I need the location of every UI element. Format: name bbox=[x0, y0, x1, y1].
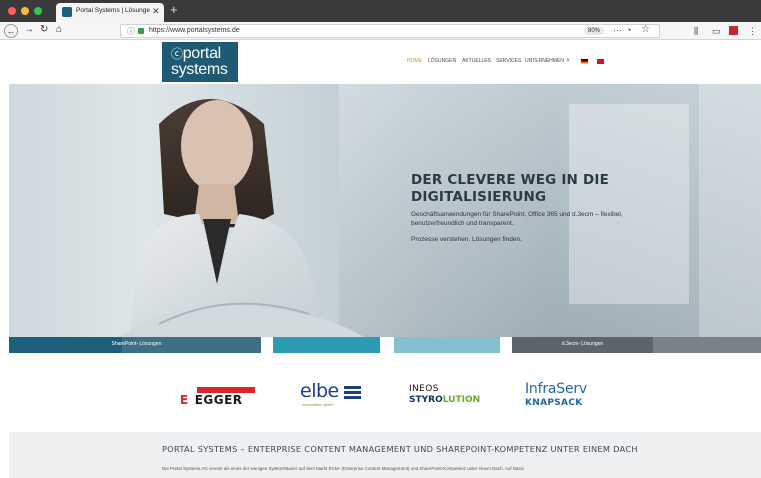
lock-icon bbox=[138, 28, 144, 34]
home-icon[interactable]: ⌂ bbox=[56, 24, 62, 36]
library-icon[interactable]: ⫼ bbox=[694, 25, 698, 37]
elbe-logo-sub: werkstätten gmbh bbox=[302, 402, 334, 407]
maximize-window-button[interactable] bbox=[34, 7, 42, 15]
egger-logo[interactable]: E EGGER bbox=[180, 393, 243, 407]
menu-item-loesungen[interactable]: LÖSUNGEN bbox=[428, 58, 456, 64]
page-actions-icon[interactable]: ··· bbox=[613, 25, 622, 35]
portal-systems-logo[interactable]: ⓒportal systems bbox=[162, 42, 238, 82]
menu-item-aktuelles[interactable]: AKTUELLES bbox=[462, 58, 491, 64]
back-button[interactable]: ← bbox=[4, 24, 18, 38]
hero-tagline: Prozesse verstehen. Lösungen finden. bbox=[411, 236, 522, 243]
tab-title: Portal Systems | Lösungen für bbox=[76, 7, 150, 14]
forward-button[interactable]: → bbox=[24, 24, 34, 36]
hero-person-image bbox=[119, 99, 364, 337]
address-bar[interactable]: ⓘ https://www.portalsystems.de 80% ··· ◔… bbox=[120, 24, 660, 38]
section-title: PORTAL SYSTEMS – ENTERPRISE CONTENT MANA… bbox=[162, 444, 638, 454]
d3ecm-loesungen-label: d.3ecm- Lösungen bbox=[561, 341, 604, 347]
browser-tab-bar: Portal Systems | Lösungen für ✕ + bbox=[0, 0, 761, 22]
infraserv-logo-line-1[interactable]: InfraServ bbox=[525, 381, 587, 397]
german-flag-icon[interactable] bbox=[581, 59, 588, 64]
extension-icon[interactable] bbox=[729, 26, 738, 35]
infraserv-logo-line-2[interactable]: KNAPSACK bbox=[525, 398, 583, 408]
ineos-logo-line-2[interactable]: STYROLUTION bbox=[409, 395, 480, 405]
elbe-logo-word: elbe bbox=[300, 380, 339, 402]
minimize-window-button[interactable] bbox=[21, 7, 29, 15]
sidebar-icon[interactable]: ▭ bbox=[712, 25, 721, 37]
hero-window-light-right bbox=[699, 84, 761, 337]
colorbar-sharepoint[interactable]: SharePoint- Lösungen bbox=[9, 337, 261, 353]
menu-item-services[interactable]: SERVICES bbox=[496, 58, 521, 64]
pocket-icon[interactable]: ◔ bbox=[626, 25, 631, 35]
colorbar-teal[interactable] bbox=[273, 337, 380, 353]
hero-title: DER CLEVERE WEG IN DIE DIGITALISIERUNG bbox=[411, 172, 610, 205]
favicon-icon bbox=[62, 7, 72, 17]
ineos-logo-line-1[interactable]: INEOS bbox=[409, 384, 439, 394]
sharepoint-loesungen-label: SharePoint- Lösungen bbox=[111, 341, 162, 347]
reload-icon[interactable]: ↻ bbox=[40, 24, 48, 36]
colorbar-d3ecm[interactable]: d.3ecm- Lösungen bbox=[512, 337, 761, 353]
tab-close-icon[interactable]: ✕ bbox=[152, 6, 160, 16]
site-header bbox=[0, 40, 761, 84]
elbe-logo[interactable]: elbe werkstätten gmbh bbox=[300, 380, 362, 410]
intro-section bbox=[9, 432, 761, 478]
info-icon[interactable]: ⓘ bbox=[127, 26, 135, 37]
menu-icon[interactable]: ⋮ bbox=[748, 25, 757, 37]
search-icon[interactable]: ⌕ bbox=[566, 57, 570, 65]
english-flag-icon[interactable] bbox=[597, 59, 604, 64]
browser-tab[interactable]: Portal Systems | Lösungen für ✕ bbox=[56, 3, 164, 22]
menu-item-unternehmen[interactable]: UNTERNEHMEN bbox=[525, 58, 564, 64]
menu-item-home[interactable]: HOME bbox=[407, 58, 422, 64]
bookmark-star-icon[interactable]: ☆ bbox=[641, 24, 650, 35]
url-text[interactable]: https://www.portalsystems.de bbox=[149, 27, 240, 34]
new-tab-button[interactable]: + bbox=[170, 3, 178, 17]
logo-line-2: systems bbox=[171, 61, 228, 78]
zoom-indicator[interactable]: 80% bbox=[584, 27, 605, 35]
colorbar-light-blue[interactable] bbox=[394, 337, 500, 353]
hero-banner bbox=[9, 84, 761, 337]
hero-subtitle: Geschäftsanwendungen für SharePoint, Off… bbox=[411, 211, 623, 227]
browser-toolbar: ← → ↻ ⌂ ⓘ https://www.portalsystems.de 8… bbox=[0, 22, 761, 40]
section-text: Die Portal Systems AG vereint als eines … bbox=[162, 466, 524, 471]
close-window-button[interactable] bbox=[8, 7, 16, 15]
